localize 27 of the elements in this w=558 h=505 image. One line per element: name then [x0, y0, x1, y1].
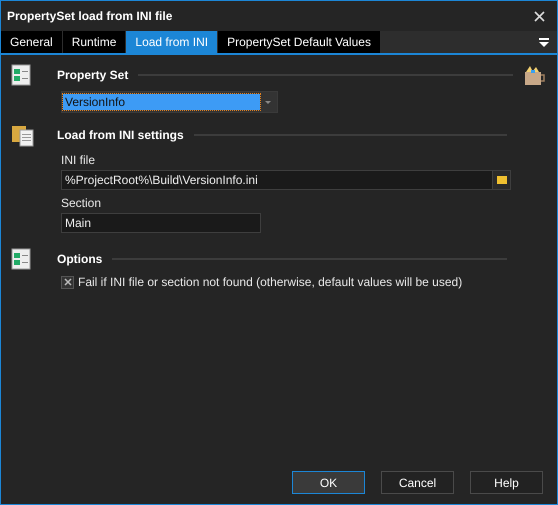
- field-label: Section: [61, 196, 102, 210]
- folder-icon: [496, 176, 506, 184]
- section-heading: Load from INI settings: [57, 128, 184, 142]
- section-heading: Options: [57, 252, 102, 266]
- folder-icon: [11, 123, 35, 147]
- dialog-button[interactable]: Help: [470, 471, 543, 494]
- checklist-icon: [11, 64, 31, 86]
- tab[interactable]: Runtime: [62, 31, 126, 53]
- checkbox-label: Fail if INI file or section not found (otherwise, default values will be used): [78, 275, 462, 289]
- browse-button[interactable]: [492, 171, 510, 189]
- property-set-dropdown[interactable]: VersionInfo: [61, 91, 278, 113]
- window-title: PropertySet load from INI file: [7, 9, 172, 23]
- bag-icon: [523, 64, 547, 86]
- checkbox[interactable]: [61, 276, 74, 288]
- tab[interactable]: PropertySet Default Values: [218, 31, 381, 53]
- section-field[interactable]: Main: [61, 213, 261, 233]
- menu-icon: [539, 38, 549, 46]
- dialog-button[interactable]: OK: [292, 471, 365, 494]
- close-icon: [534, 10, 545, 22]
- field-label: INI file: [61, 153, 96, 167]
- ini-file-field[interactable]: %ProjectRoot%\Build\VersionInfo.ini: [61, 170, 511, 190]
- tab[interactable]: Load from INI: [126, 31, 218, 53]
- tab[interactable]: General: [1, 31, 63, 53]
- section-heading: Property Set: [57, 68, 128, 82]
- checklist-icon: [11, 248, 31, 270]
- cross-icon: [64, 278, 72, 286]
- dialog-button[interactable]: Cancel: [381, 471, 454, 494]
